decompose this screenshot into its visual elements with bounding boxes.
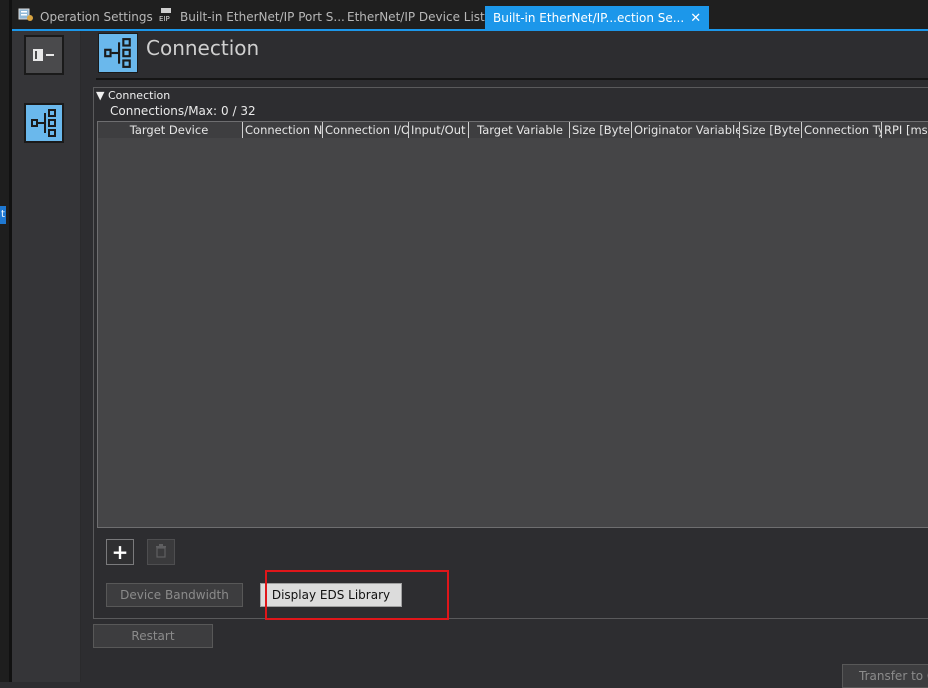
column-header[interactable]: RPI [ms]: [881, 122, 928, 138]
column-header[interactable]: Connection I/O: [322, 122, 408, 138]
operation-settings-icon: [18, 6, 34, 30]
collapsed-side-tab[interactable]: t: [0, 206, 6, 224]
connections-value: 0 / 32: [221, 104, 256, 118]
add-connection-button[interactable]: +: [106, 539, 134, 565]
tab-eip-device-list[interactable]: EtherNet/IP Device List: [347, 5, 485, 29]
port-settings-icon[interactable]: [24, 35, 64, 75]
tab-underline: [12, 29, 928, 31]
tab-operation-settings[interactable]: Operation Settings: [18, 5, 153, 29]
delete-connection-button[interactable]: [147, 539, 175, 565]
category-sidebar: [12, 31, 81, 682]
column-header[interactable]: Input/Out: [408, 122, 468, 138]
connection-header-icon: [98, 33, 138, 73]
column-header[interactable]: Target Device: [98, 122, 240, 138]
connection-settings-icon[interactable]: [24, 103, 64, 143]
header-divider: [96, 78, 928, 80]
restart-button[interactable]: Restart: [93, 624, 213, 648]
document-tab-bar: Operation Settings EIP Built-in EtherNet…: [12, 0, 928, 30]
connection-table[interactable]: Target Device Connection Na Connection I…: [97, 121, 928, 528]
window-left-edge: [0, 0, 12, 682]
plus-icon: +: [111, 540, 129, 564]
table-header: Target Device Connection Na Connection I…: [98, 122, 928, 138]
tab-label: EtherNet/IP Device List: [347, 10, 485, 24]
column-header[interactable]: Connection Ty: [801, 122, 881, 138]
section-toggle[interactable]: ▼ Connection: [96, 89, 170, 102]
tab-label: Built-in EtherNet/IP...ection Se...: [493, 11, 685, 25]
tab-connection-settings[interactable]: Built-in EtherNet/IP...ection Se... ✕: [485, 6, 710, 29]
tab-label: Built-in EtherNet/IP Port S...: [180, 10, 345, 24]
trash-icon: [155, 543, 167, 562]
column-header[interactable]: Size [Byte]: [569, 122, 631, 138]
tab-builtin-eip-port[interactable]: EIP Built-in EtherNet/IP Port S...: [158, 5, 345, 29]
connections-label: Connections/Max:: [110, 104, 218, 118]
column-header[interactable]: Connection Na: [242, 122, 322, 138]
tab-label: Operation Settings: [40, 10, 153, 24]
eip-port-icon: EIP: [158, 6, 174, 30]
device-bandwidth-button[interactable]: Device Bandwidth: [106, 583, 243, 607]
annotation-highlight-box: [265, 570, 449, 620]
svg-text:EIP: EIP: [159, 15, 170, 22]
transfer-button[interactable]: Transfer to C: [842, 664, 928, 688]
connections-count: Connections/Max: 0 / 32: [110, 104, 256, 118]
close-icon[interactable]: ✕: [690, 11, 701, 26]
column-header[interactable]: Originator Variable: [631, 122, 739, 138]
column-header[interactable]: Target Variable: [468, 122, 569, 138]
page-title: Connection: [146, 36, 260, 60]
column-header[interactable]: Size [Byte]: [739, 122, 801, 138]
